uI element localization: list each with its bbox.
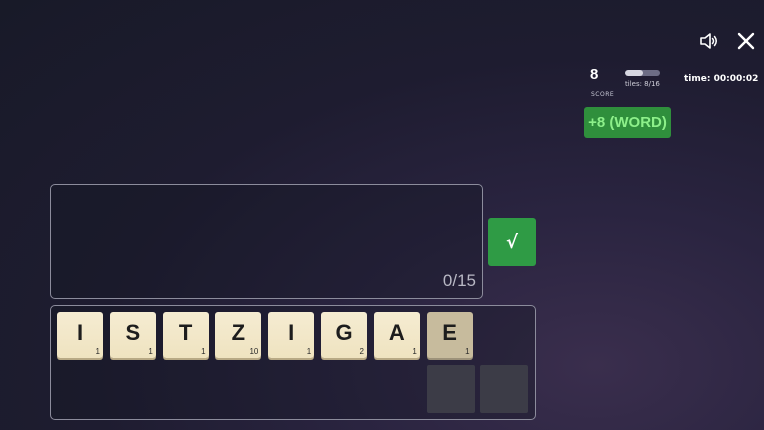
tile-points: 1 <box>412 347 417 356</box>
submit-word-button[interactable]: √ <box>488 218 536 266</box>
tile-points: 10 <box>249 347 259 356</box>
letter-tile[interactable]: G2 <box>321 312 367 358</box>
tiles-progress-bar <box>625 70 660 76</box>
tile-letter: A <box>388 320 405 345</box>
word-score-badge: +8 (WORD) <box>584 107 671 138</box>
close-icon[interactable] <box>737 32 755 50</box>
timer: time: 00:00:02 <box>684 74 759 84</box>
tile-points: 2 <box>359 347 364 356</box>
letter-tile[interactable]: S1 <box>109 312 156 358</box>
tile-points: 1 <box>95 347 100 356</box>
tile-letter: G <box>335 320 353 345</box>
tile-letter: I <box>76 320 84 345</box>
tile-points: 1 <box>306 347 312 356</box>
tile-letter: Z <box>231 320 246 345</box>
tile-letter: I <box>288 320 295 345</box>
tile-points: 1 <box>465 347 470 356</box>
speaker-icon[interactable] <box>699 31 719 51</box>
tile-letter: S <box>125 320 141 345</box>
tile-points: 1 <box>148 347 153 356</box>
letter-tile[interactable]: E1 <box>426 312 473 358</box>
stats-panel: 8 SCORE tiles: 8/16 time: 00:00:02 <box>585 62 759 102</box>
letter-tile[interactable]: I1 <box>268 312 315 358</box>
tiles-count: tiles: 8/16 <box>625 80 660 88</box>
checkmark-icon: √ <box>505 231 518 253</box>
empty-tile-slot <box>427 365 475 413</box>
score-label: SCORE <box>591 91 615 98</box>
tile-letter: E <box>442 320 457 345</box>
letter-tile[interactable]: A1 <box>373 312 420 358</box>
word-entry-area[interactable]: 0/15 <box>50 184 483 299</box>
tile-rack: I 1 S 1 T 1 Z 10 I 1 G 2 A 1 E 1 <box>50 305 536 420</box>
letter-tile[interactable]: T1 <box>162 312 209 358</box>
letter-tile[interactable]: I1 <box>57 312 103 358</box>
tile-letter: T <box>178 320 193 345</box>
tile-points: 1 <box>201 347 206 356</box>
tiles-progress-fill <box>625 70 643 76</box>
empty-tile-slot <box>480 365 528 413</box>
letter-counter: 0/15 <box>442 271 476 290</box>
letter-tile[interactable]: Z 10 <box>215 312 262 358</box>
score-value: 8 <box>590 66 599 83</box>
